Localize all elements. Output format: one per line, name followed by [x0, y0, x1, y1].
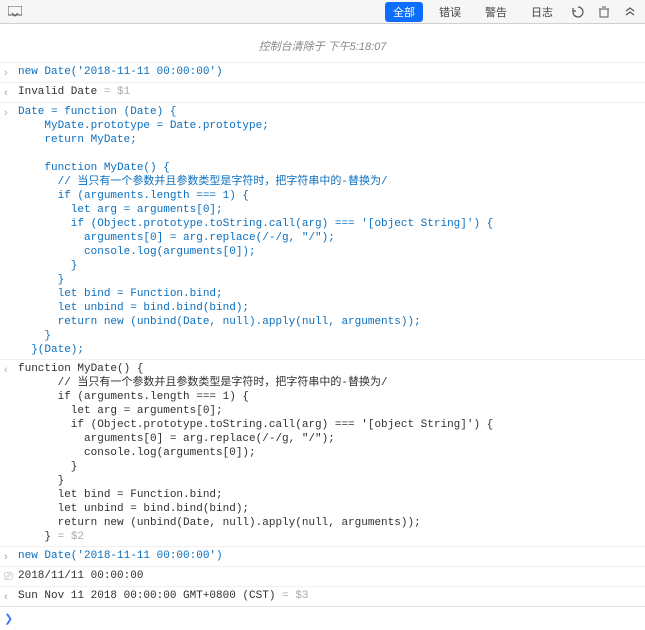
- chevron-left-icon: ‹: [4, 85, 18, 100]
- console-command: ›new Date('2018-11-11 00:00:00'): [0, 62, 645, 82]
- console-command: ›Date = function (Date) { MyDate.prototy…: [0, 102, 645, 359]
- filter-dropdown-icon[interactable]: [6, 3, 24, 21]
- log-icon: ⎚: [4, 569, 18, 584]
- chevron-up-icon[interactable]: [621, 3, 639, 21]
- entry-text: new Date('2018-11-11 00:00:00'): [18, 549, 223, 563]
- tab-all[interactable]: 全部: [385, 2, 423, 22]
- console-toolbar: 全部 错误 警告 日志: [0, 0, 645, 24]
- entry-text: new Date('2018-11-11 00:00:00'): [18, 65, 223, 79]
- console-prompt[interactable]: ❯: [0, 606, 645, 629]
- chevron-left-icon: ‹: [4, 589, 18, 604]
- chevron-right-icon: ›: [4, 105, 18, 120]
- console-cleared-message: 控制台清除于 下午5:18:07: [0, 24, 645, 62]
- result-index: = $1: [97, 86, 130, 98]
- result-index: = $3: [275, 590, 308, 602]
- console-result: ‹Sun Nov 11 2018 00:00:00 GMT+0800 (CST)…: [0, 586, 645, 606]
- chevron-right-icon: ›: [4, 65, 18, 80]
- tab-warnings[interactable]: 警告: [477, 2, 515, 22]
- tab-errors[interactable]: 错误: [431, 2, 469, 22]
- entry-text: 2018/11/11 00:00:00: [18, 569, 143, 583]
- entry-text: Sun Nov 11 2018 00:00:00 GMT+0800 (CST) …: [18, 589, 308, 603]
- chevron-left-icon: ‹: [4, 362, 18, 377]
- result-index: = $2: [51, 531, 84, 543]
- reload-icon[interactable]: [569, 3, 587, 21]
- chevron-right-icon: ›: [4, 549, 18, 564]
- entry-text: function MyDate() { // 当只有一个参数并且参数类型是字符时…: [18, 362, 493, 544]
- console-result: ‹Invalid Date = $1: [0, 82, 645, 102]
- console-command: ›new Date('2018-11-11 00:00:00'): [0, 546, 645, 566]
- console-log: ⎚2018/11/11 00:00:00: [0, 566, 645, 586]
- console-entries: ›new Date('2018-11-11 00:00:00')‹Invalid…: [0, 62, 645, 606]
- trash-icon[interactable]: [595, 3, 613, 21]
- entry-text: Date = function (Date) { MyDate.prototyp…: [18, 105, 493, 357]
- tab-logs[interactable]: 日志: [523, 2, 561, 22]
- entry-text: Invalid Date = $1: [18, 85, 130, 99]
- console-result: ‹function MyDate() { // 当只有一个参数并且参数类型是字符…: [0, 359, 645, 546]
